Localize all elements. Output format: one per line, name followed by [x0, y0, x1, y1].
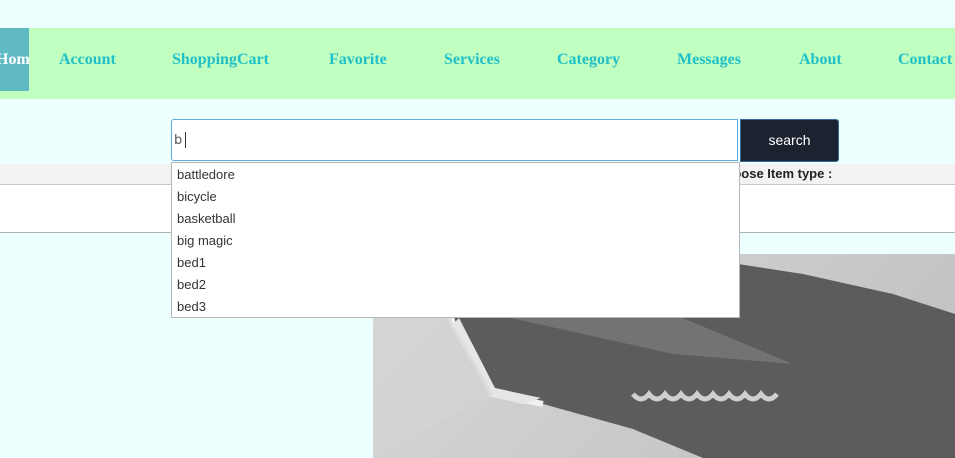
- search-input[interactable]: b: [171, 119, 738, 161]
- search-button[interactable]: search: [740, 119, 839, 162]
- nav-item-services[interactable]: Services: [444, 28, 500, 91]
- suggestion-item[interactable]: battledore: [172, 164, 739, 186]
- nav-item-messages[interactable]: Messages: [677, 28, 741, 91]
- suggestion-item[interactable]: big magic: [172, 230, 739, 252]
- nav-item-home[interactable]: Home: [0, 28, 29, 91]
- nav-item-shoppingcart[interactable]: ShoppingCart: [172, 28, 269, 91]
- suggestion-item[interactable]: bed3: [172, 296, 739, 318]
- autocomplete-dropdown: battledore bicycle basketball big magic …: [171, 162, 740, 318]
- nav-item-category[interactable]: Category: [557, 28, 620, 91]
- suggestion-item[interactable]: bed1: [172, 252, 739, 274]
- nav-item-about[interactable]: About: [799, 28, 842, 91]
- nav-item-home-label: Home: [0, 50, 29, 68]
- nav-item-account[interactable]: Account: [59, 28, 116, 91]
- search-input-value: b: [174, 133, 183, 148]
- nav-item-contact[interactable]: Contact: [898, 28, 952, 91]
- suggestion-item[interactable]: bed2: [172, 274, 739, 296]
- suggestion-item[interactable]: bicycle: [172, 186, 739, 208]
- top-nav-bar: Home Account ShoppingCart Favorite Servi…: [0, 28, 955, 99]
- text-caret: [185, 132, 186, 148]
- suggestion-item[interactable]: basketball: [172, 208, 739, 230]
- nav-item-favorite[interactable]: Favorite: [329, 28, 387, 91]
